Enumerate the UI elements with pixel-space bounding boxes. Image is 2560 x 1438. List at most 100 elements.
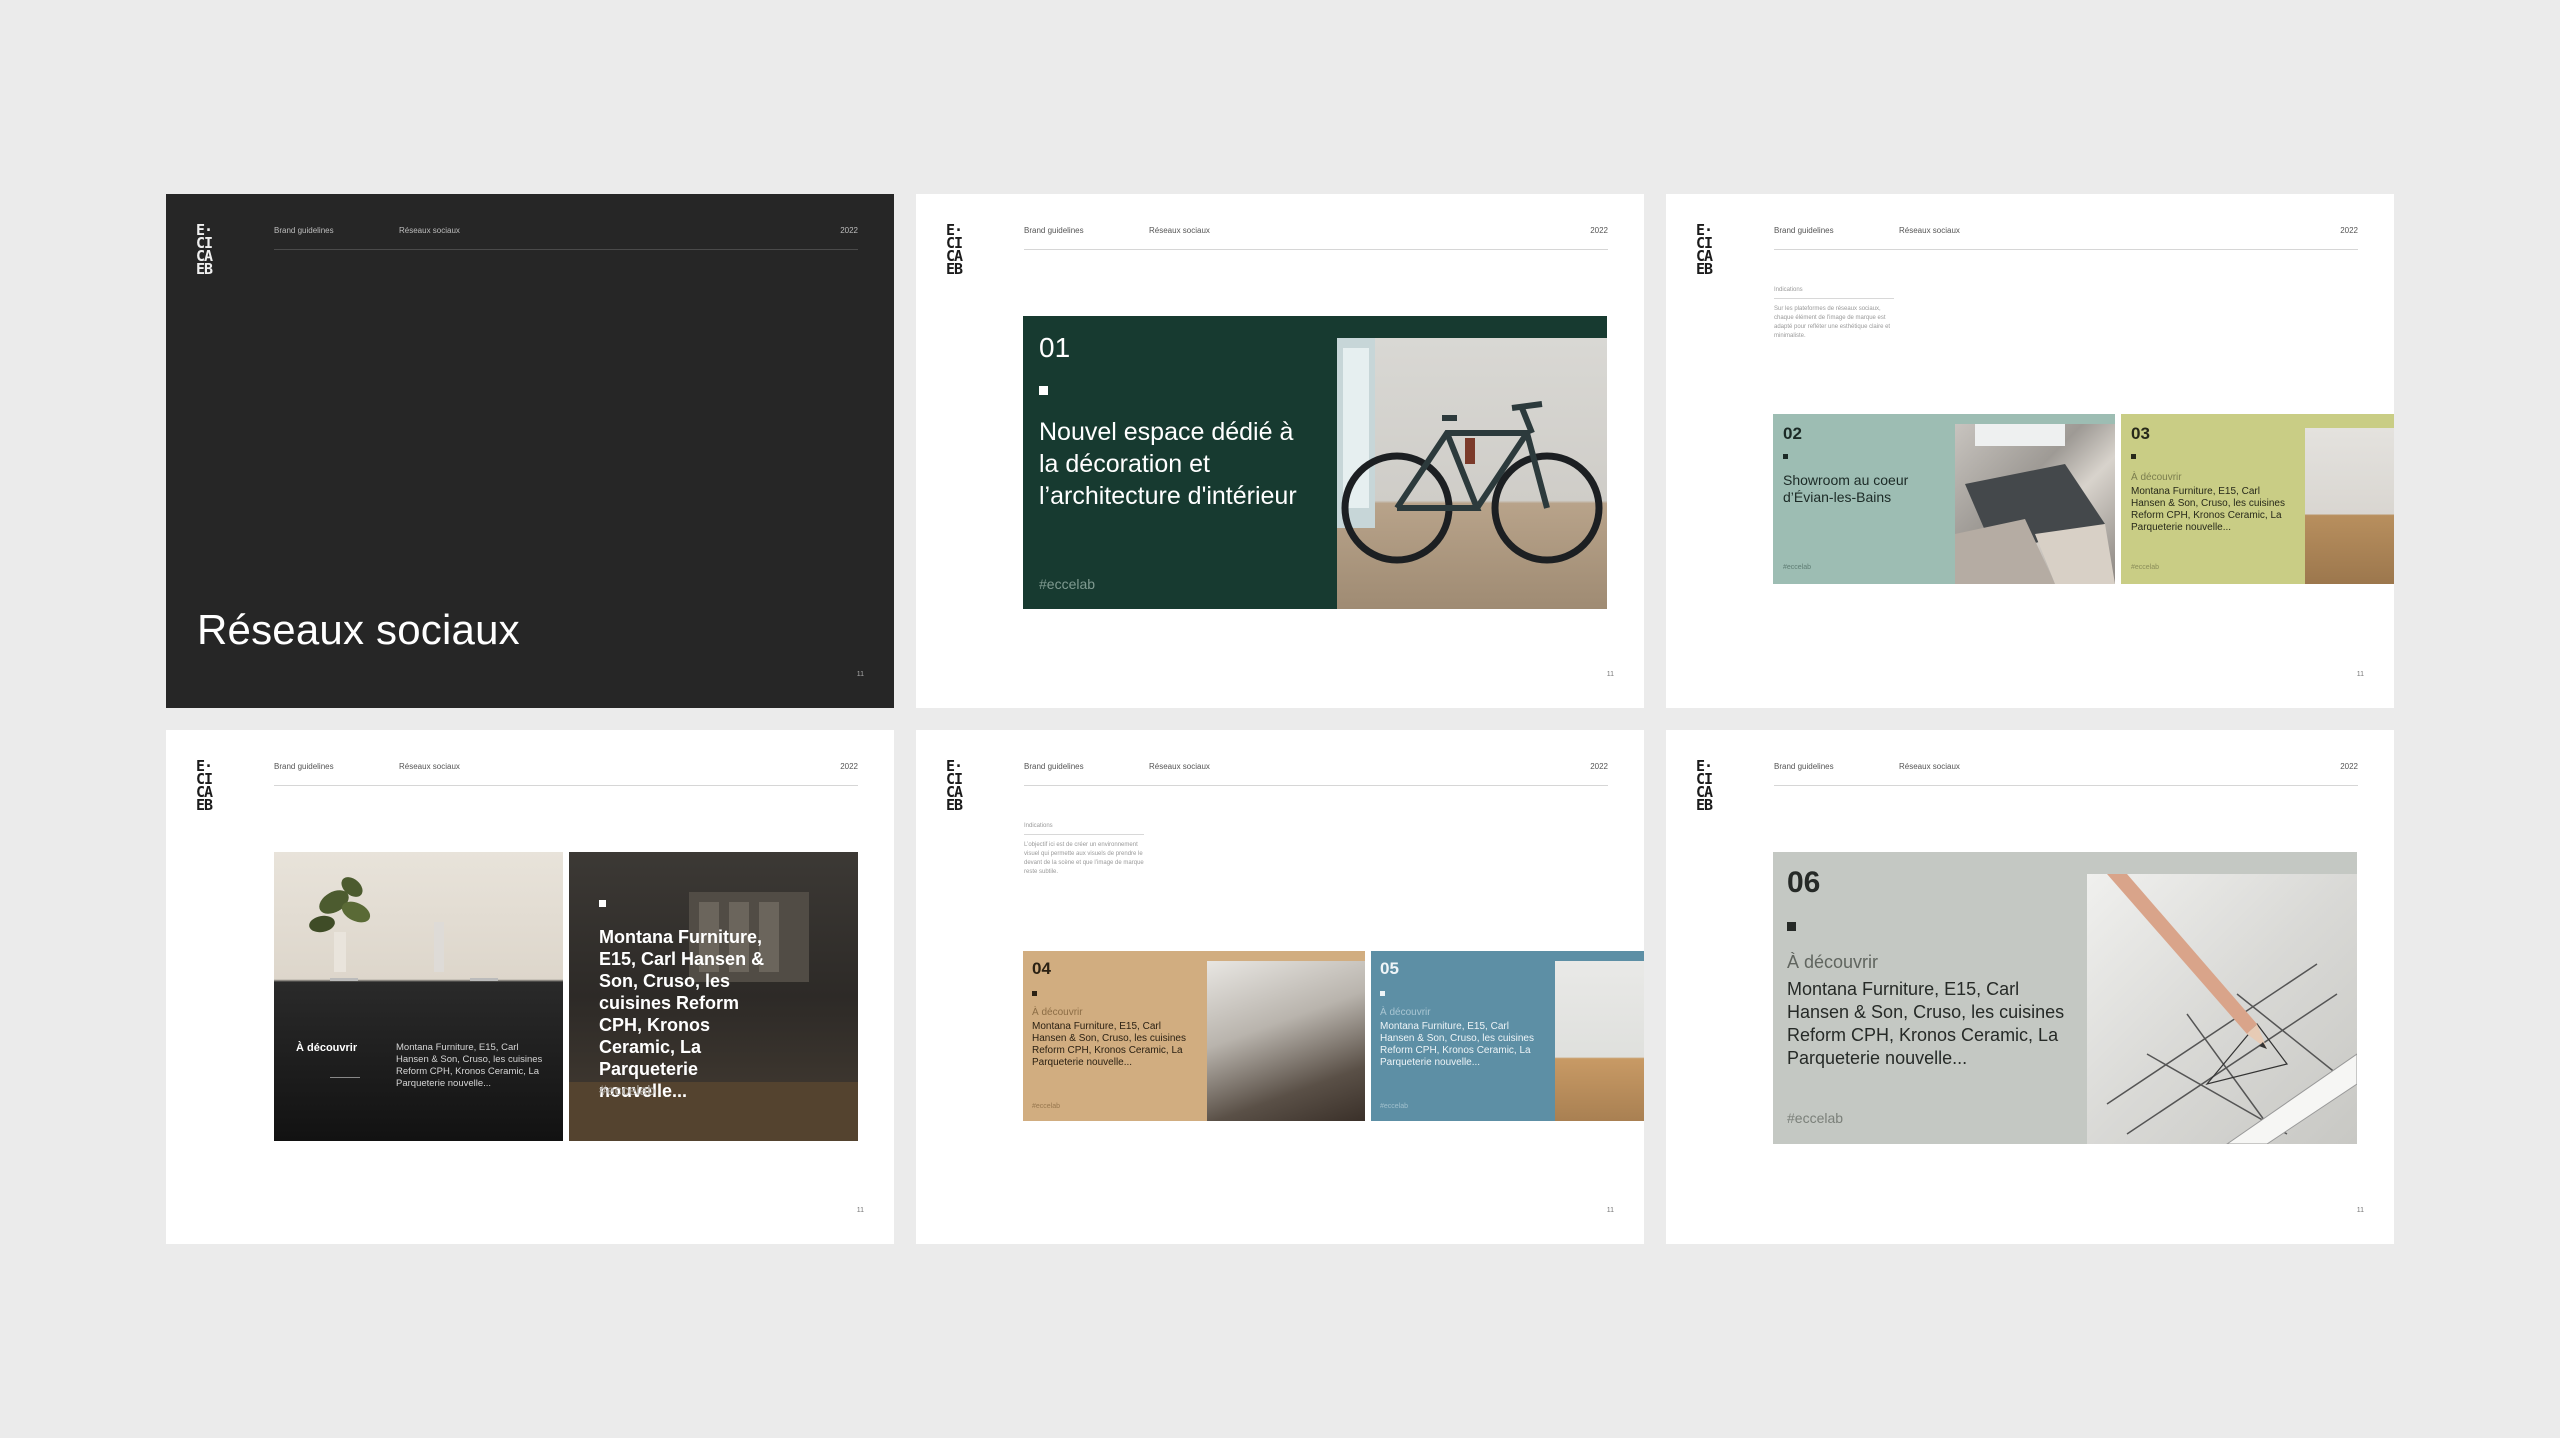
header-brand: Brand guidelines: [1774, 762, 1834, 771]
header-year: 2022: [1590, 226, 1608, 235]
office-interior-photo: [2305, 428, 2394, 584]
post-hashtag: #eccelab: [1039, 576, 1096, 592]
post-number: 02: [1783, 424, 1802, 443]
slide-header: Brand guidelines Réseaux sociaux 2022: [1774, 226, 2358, 250]
post-text: Nouvel espace dédié à la décoration et l…: [1039, 418, 1297, 510]
divider-line: [330, 1077, 360, 1078]
post-hashtag: #eccelab: [1787, 1110, 1844, 1126]
square-marker-icon: [1380, 991, 1385, 996]
post-number: 03: [2131, 424, 2150, 443]
indications-text: Sur les plateformes de réseaux sociaux, …: [1774, 306, 1891, 339]
header-brand: Brand guidelines: [1024, 226, 1084, 235]
header-section: Réseaux sociaux: [1899, 762, 1960, 771]
indications-block: Indications L’objectif ici est de créer …: [1024, 822, 1144, 877]
pencil-icon: [2106, 874, 2357, 1144]
social-post-card[interactable]: 01 Nouvel espace dédié à la décoration e…: [1023, 316, 1607, 609]
square-marker-icon: [599, 900, 606, 907]
header-section: Réseaux sociaux: [399, 762, 460, 771]
header-brand: Brand guidelines: [1774, 226, 1834, 235]
square-marker-icon: [1039, 386, 1048, 395]
post-hashtag: #eccelab: [1380, 1103, 1409, 1110]
ecceleb-logo: E· CI CA EB: [196, 221, 213, 278]
post-number: 04: [1032, 959, 1051, 978]
slide-header: Brand guidelines Réseaux sociaux 2022: [274, 762, 858, 786]
indications-text: L’objectif ici est de créer un environne…: [1024, 842, 1144, 875]
square-marker-icon: [1032, 991, 1037, 996]
post-text: Montana Furniture, E15, Carl Hansen & So…: [396, 1042, 543, 1089]
ecceleb-logo: E· CI CA EB: [946, 221, 963, 278]
slide-5[interactable]: E· CI CA EB Brand guidelines Réseaux sociau…: [916, 730, 1644, 1244]
slide-header: Brand guidelines Réseaux sociaux 2022: [1024, 762, 1608, 786]
header-year: 2022: [840, 762, 858, 771]
slide-1[interactable]: E· CI CA EB Brand guidelines Réseaux sociau…: [166, 194, 894, 708]
slide-header: Brand guidelines Réseaux sociaux 2022: [1024, 226, 1608, 250]
page-number: 11: [856, 671, 864, 678]
square-marker-icon: [2131, 454, 2136, 459]
social-post-card[interactable]: 03 À découvrir Montana Furniture, E15, C…: [2121, 414, 2394, 584]
post-hashtag: #eccelab: [599, 1082, 656, 1098]
post-hashtag: #eccelab: [1783, 564, 1812, 571]
slide-title: Réseaux sociaux: [197, 606, 520, 653]
bicycle-photo: [1337, 338, 1607, 609]
stone-samples-photo: [1955, 424, 2115, 584]
post-text: Montana Furniture, E15, Carl Hansen & So…: [2131, 486, 2285, 533]
social-post-card[interactable]: Montana Furniture, E15, Carl Hansen & So…: [569, 852, 858, 1141]
post-text: Montana Furniture, E15, Carl Hansen & So…: [599, 927, 765, 1101]
indications-title: Indications: [1774, 286, 1894, 299]
ecceleb-logo: E· CI CA EB: [1696, 221, 1713, 278]
header-section: Réseaux sociaux: [399, 226, 460, 235]
post-number: 01: [1039, 332, 1071, 363]
header-year: 2022: [2340, 226, 2358, 235]
page-number: 11: [2356, 1207, 2364, 1214]
slide-header: Brand guidelines Réseaux sociaux 2022: [274, 226, 858, 250]
page-number: 11: [856, 1207, 864, 1214]
header-section: Réseaux sociaux: [1149, 762, 1210, 771]
header-brand: Brand guidelines: [274, 226, 334, 235]
header-year: 2022: [1590, 762, 1608, 771]
social-post-card[interactable]: À découvrir Montana Furniture, E15, Carl…: [274, 852, 563, 1141]
indications-block: Indications Sur les plateformes de résea…: [1774, 286, 1894, 341]
bookshelf-room-photo: [1555, 961, 1644, 1121]
social-post-card[interactable]: 04 À découvrir Montana Furniture, E15, C…: [1023, 951, 1365, 1121]
ecceleb-logo: E· CI CA EB: [1696, 757, 1713, 814]
post-number: 06: [1787, 866, 1821, 899]
bicycle-icon: [1337, 338, 1603, 564]
header-section: Réseaux sociaux: [1899, 226, 1960, 235]
header-year: 2022: [2340, 762, 2358, 771]
post-label: À découvrir: [296, 1042, 358, 1054]
social-post-card[interactable]: 05 À découvrir Montana Furniture, E15, C…: [1371, 951, 1644, 1121]
post-kicker: À découvrir: [1032, 1007, 1083, 1018]
slide-3[interactable]: E· CI CA EB Brand guidelines Réseaux sociau…: [1666, 194, 2394, 708]
square-marker-icon: [1787, 922, 1796, 931]
slide-header: Brand guidelines Réseaux sociaux 2022: [1774, 762, 2358, 786]
slide-4[interactable]: E· CI CA EB Brand guidelines Réseaux sociau…: [166, 730, 894, 1244]
page-number: 11: [1606, 671, 1614, 678]
post-text: Montana Furniture, E15, Carl Hansen & So…: [1032, 1021, 1186, 1068]
social-post-card[interactable]: 02 Showroom au coeur d’Évian-les-Bains #…: [1773, 414, 2115, 584]
slide-2[interactable]: E· CI CA EB Brand guidelines Réseaux sociau…: [916, 194, 1644, 708]
sketching-hand-photo: [1207, 961, 1365, 1121]
post-text: Montana Furniture, E15, Carl Hansen & So…: [1380, 1021, 1534, 1068]
square-marker-icon: [1783, 454, 1788, 459]
post-kicker: À découvrir: [1787, 952, 1879, 972]
plant-icon: [309, 877, 498, 981]
header-brand: Brand guidelines: [274, 762, 334, 771]
post-kicker: À découvrir: [1380, 1007, 1431, 1018]
header-brand: Brand guidelines: [1024, 762, 1084, 771]
indications-title: Indications: [1024, 822, 1144, 835]
architectural-plan-photo: [2087, 874, 2357, 1144]
ecceleb-logo: E· CI CA EB: [946, 757, 963, 814]
page-number: 11: [2356, 671, 2364, 678]
slide-6[interactable]: E· CI CA EB Brand guidelines Réseaux sociau…: [1666, 730, 2394, 1244]
post-hashtag: #eccelab: [2131, 564, 2160, 571]
post-kicker: À découvrir: [2131, 472, 2182, 483]
page-number: 11: [1606, 1207, 1614, 1214]
post-text: Showroom au coeur d’Évian-les-Bains: [1783, 472, 1909, 505]
ecceleb-logo: E· CI CA EB: [196, 757, 213, 814]
post-text: Montana Furniture, E15, Carl Hansen & So…: [1787, 979, 2065, 1068]
post-hashtag: #eccelab: [1032, 1103, 1061, 1110]
header-section: Réseaux sociaux: [1149, 226, 1210, 235]
post-number: 05: [1380, 959, 1399, 978]
header-year: 2022: [840, 226, 858, 235]
social-post-card[interactable]: 06 À découvrir Montana Furniture, E15, C…: [1773, 852, 2357, 1144]
